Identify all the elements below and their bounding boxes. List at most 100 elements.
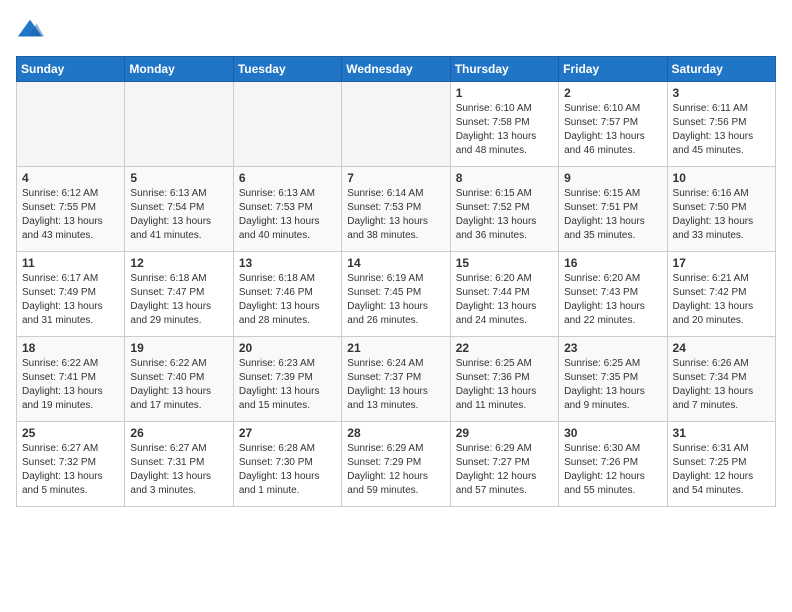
day-info: Sunrise: 6:15 AMSunset: 7:51 PMDaylight:… xyxy=(564,187,661,243)
calendar-cell xyxy=(342,82,450,167)
day-info: Sunrise: 6:18 AMSunset: 7:46 PMDaylight:… xyxy=(239,272,336,328)
calendar-cell: 6 Sunrise: 6:13 AMSunset: 7:53 PMDayligh… xyxy=(233,167,341,252)
logo xyxy=(16,16,48,44)
calendar-header-row: SundayMondayTuesdayWednesdayThursdayFrid… xyxy=(17,57,776,82)
day-info: Sunrise: 6:28 AMSunset: 7:30 PMDaylight:… xyxy=(239,442,336,498)
day-number: 3 xyxy=(673,86,770,100)
day-info: Sunrise: 6:29 AMSunset: 7:29 PMDaylight:… xyxy=(347,442,444,498)
day-number: 6 xyxy=(239,171,336,185)
col-header-thursday: Thursday xyxy=(450,57,558,82)
day-number: 10 xyxy=(673,171,770,185)
calendar-cell: 25 Sunrise: 6:27 AMSunset: 7:32 PMDaylig… xyxy=(17,422,125,507)
day-info: Sunrise: 6:29 AMSunset: 7:27 PMDaylight:… xyxy=(456,442,553,498)
day-number: 4 xyxy=(22,171,119,185)
day-number: 24 xyxy=(673,341,770,355)
calendar-cell: 12 Sunrise: 6:18 AMSunset: 7:47 PMDaylig… xyxy=(125,252,233,337)
calendar-cell: 30 Sunrise: 6:30 AMSunset: 7:26 PMDaylig… xyxy=(559,422,667,507)
day-number: 28 xyxy=(347,426,444,440)
day-number: 7 xyxy=(347,171,444,185)
day-number: 15 xyxy=(456,256,553,270)
day-number: 5 xyxy=(130,171,227,185)
day-info: Sunrise: 6:12 AMSunset: 7:55 PMDaylight:… xyxy=(22,187,119,243)
day-info: Sunrise: 6:26 AMSunset: 7:34 PMDaylight:… xyxy=(673,357,770,413)
day-info: Sunrise: 6:25 AMSunset: 7:35 PMDaylight:… xyxy=(564,357,661,413)
day-info: Sunrise: 6:18 AMSunset: 7:47 PMDaylight:… xyxy=(130,272,227,328)
calendar-cell: 8 Sunrise: 6:15 AMSunset: 7:52 PMDayligh… xyxy=(450,167,558,252)
day-info: Sunrise: 6:24 AMSunset: 7:37 PMDaylight:… xyxy=(347,357,444,413)
day-info: Sunrise: 6:16 AMSunset: 7:50 PMDaylight:… xyxy=(673,187,770,243)
day-info: Sunrise: 6:10 AMSunset: 7:57 PMDaylight:… xyxy=(564,102,661,158)
day-info: Sunrise: 6:10 AMSunset: 7:58 PMDaylight:… xyxy=(456,102,553,158)
day-number: 21 xyxy=(347,341,444,355)
calendar-cell: 24 Sunrise: 6:26 AMSunset: 7:34 PMDaylig… xyxy=(667,337,775,422)
day-info: Sunrise: 6:14 AMSunset: 7:53 PMDaylight:… xyxy=(347,187,444,243)
col-header-saturday: Saturday xyxy=(667,57,775,82)
day-number: 20 xyxy=(239,341,336,355)
day-info: Sunrise: 6:30 AMSunset: 7:26 PMDaylight:… xyxy=(564,442,661,498)
day-number: 2 xyxy=(564,86,661,100)
day-number: 13 xyxy=(239,256,336,270)
day-number: 30 xyxy=(564,426,661,440)
day-number: 27 xyxy=(239,426,336,440)
page-header xyxy=(16,16,776,44)
calendar-cell: 17 Sunrise: 6:21 AMSunset: 7:42 PMDaylig… xyxy=(667,252,775,337)
calendar-week-4: 18 Sunrise: 6:22 AMSunset: 7:41 PMDaylig… xyxy=(17,337,776,422)
col-header-sunday: Sunday xyxy=(17,57,125,82)
day-number: 8 xyxy=(456,171,553,185)
day-info: Sunrise: 6:20 AMSunset: 7:43 PMDaylight:… xyxy=(564,272,661,328)
calendar-cell xyxy=(125,82,233,167)
calendar-week-5: 25 Sunrise: 6:27 AMSunset: 7:32 PMDaylig… xyxy=(17,422,776,507)
calendar-cell: 5 Sunrise: 6:13 AMSunset: 7:54 PMDayligh… xyxy=(125,167,233,252)
calendar-cell: 26 Sunrise: 6:27 AMSunset: 7:31 PMDaylig… xyxy=(125,422,233,507)
calendar-cell: 27 Sunrise: 6:28 AMSunset: 7:30 PMDaylig… xyxy=(233,422,341,507)
day-number: 17 xyxy=(673,256,770,270)
calendar-cell: 7 Sunrise: 6:14 AMSunset: 7:53 PMDayligh… xyxy=(342,167,450,252)
day-info: Sunrise: 6:27 AMSunset: 7:31 PMDaylight:… xyxy=(130,442,227,498)
calendar-cell: 21 Sunrise: 6:24 AMSunset: 7:37 PMDaylig… xyxy=(342,337,450,422)
calendar-cell: 2 Sunrise: 6:10 AMSunset: 7:57 PMDayligh… xyxy=(559,82,667,167)
day-number: 14 xyxy=(347,256,444,270)
calendar-cell: 1 Sunrise: 6:10 AMSunset: 7:58 PMDayligh… xyxy=(450,82,558,167)
day-info: Sunrise: 6:19 AMSunset: 7:45 PMDaylight:… xyxy=(347,272,444,328)
day-info: Sunrise: 6:17 AMSunset: 7:49 PMDaylight:… xyxy=(22,272,119,328)
calendar-cell: 11 Sunrise: 6:17 AMSunset: 7:49 PMDaylig… xyxy=(17,252,125,337)
day-info: Sunrise: 6:11 AMSunset: 7:56 PMDaylight:… xyxy=(673,102,770,158)
calendar-cell: 19 Sunrise: 6:22 AMSunset: 7:40 PMDaylig… xyxy=(125,337,233,422)
day-info: Sunrise: 6:25 AMSunset: 7:36 PMDaylight:… xyxy=(456,357,553,413)
calendar-cell xyxy=(17,82,125,167)
day-number: 26 xyxy=(130,426,227,440)
calendar-cell: 4 Sunrise: 6:12 AMSunset: 7:55 PMDayligh… xyxy=(17,167,125,252)
day-number: 1 xyxy=(456,86,553,100)
calendar-cell: 3 Sunrise: 6:11 AMSunset: 7:56 PMDayligh… xyxy=(667,82,775,167)
day-info: Sunrise: 6:31 AMSunset: 7:25 PMDaylight:… xyxy=(673,442,770,498)
col-header-wednesday: Wednesday xyxy=(342,57,450,82)
day-info: Sunrise: 6:21 AMSunset: 7:42 PMDaylight:… xyxy=(673,272,770,328)
day-info: Sunrise: 6:13 AMSunset: 7:53 PMDaylight:… xyxy=(239,187,336,243)
day-number: 12 xyxy=(130,256,227,270)
calendar-cell: 10 Sunrise: 6:16 AMSunset: 7:50 PMDaylig… xyxy=(667,167,775,252)
calendar-cell: 20 Sunrise: 6:23 AMSunset: 7:39 PMDaylig… xyxy=(233,337,341,422)
calendar-cell: 22 Sunrise: 6:25 AMSunset: 7:36 PMDaylig… xyxy=(450,337,558,422)
logo-icon xyxy=(16,16,44,44)
calendar-week-2: 4 Sunrise: 6:12 AMSunset: 7:55 PMDayligh… xyxy=(17,167,776,252)
calendar-cell: 29 Sunrise: 6:29 AMSunset: 7:27 PMDaylig… xyxy=(450,422,558,507)
col-header-monday: Monday xyxy=(125,57,233,82)
calendar-cell xyxy=(233,82,341,167)
calendar-cell: 28 Sunrise: 6:29 AMSunset: 7:29 PMDaylig… xyxy=(342,422,450,507)
day-number: 11 xyxy=(22,256,119,270)
calendar-cell: 23 Sunrise: 6:25 AMSunset: 7:35 PMDaylig… xyxy=(559,337,667,422)
calendar-cell: 18 Sunrise: 6:22 AMSunset: 7:41 PMDaylig… xyxy=(17,337,125,422)
calendar-cell: 31 Sunrise: 6:31 AMSunset: 7:25 PMDaylig… xyxy=(667,422,775,507)
day-number: 31 xyxy=(673,426,770,440)
day-number: 23 xyxy=(564,341,661,355)
day-number: 19 xyxy=(130,341,227,355)
day-number: 18 xyxy=(22,341,119,355)
day-info: Sunrise: 6:13 AMSunset: 7:54 PMDaylight:… xyxy=(130,187,227,243)
day-number: 29 xyxy=(456,426,553,440)
calendar-table: SundayMondayTuesdayWednesdayThursdayFrid… xyxy=(16,56,776,507)
day-number: 25 xyxy=(22,426,119,440)
day-number: 9 xyxy=(564,171,661,185)
calendar-cell: 14 Sunrise: 6:19 AMSunset: 7:45 PMDaylig… xyxy=(342,252,450,337)
day-number: 16 xyxy=(564,256,661,270)
col-header-friday: Friday xyxy=(559,57,667,82)
